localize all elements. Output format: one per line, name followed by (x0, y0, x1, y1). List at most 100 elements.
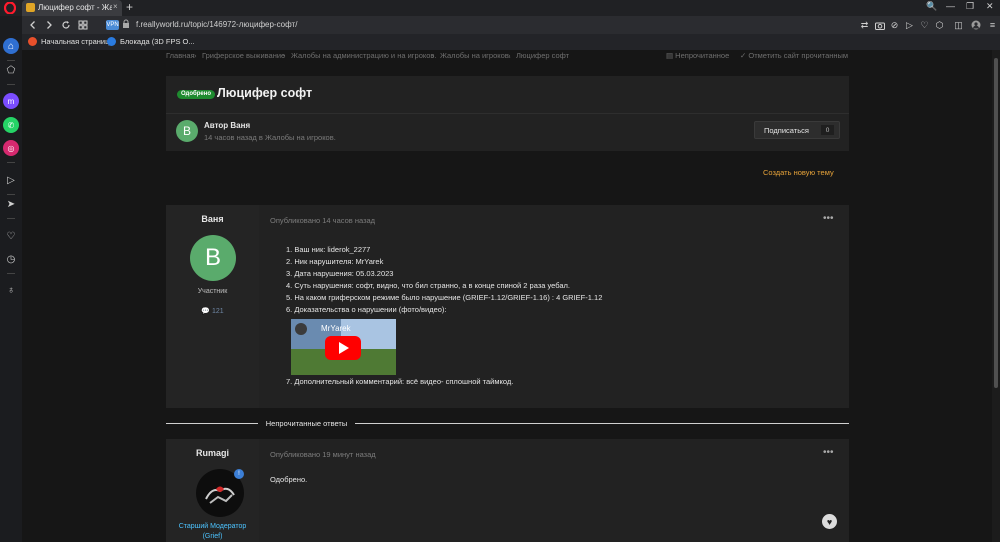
sidebar-divider (7, 194, 15, 195)
list-item: 5. На каком гриферском режиме было наруш… (286, 293, 603, 302)
approved-badge: Одобрено (177, 90, 215, 99)
sidebar-divider (7, 273, 15, 274)
new-tab-button[interactable]: + (126, 0, 133, 14)
extensions-icon[interactable]: ⬡ (933, 18, 946, 32)
breadcrumb: Главная › Гриферское выживание › Жалобы … (166, 50, 849, 60)
divider (166, 423, 258, 424)
bookmark-label: Блокада (3D FPS О... (120, 37, 195, 46)
channel-avatar-icon (295, 323, 307, 335)
send-icon[interactable]: ➤ (3, 196, 19, 212)
reload-icon[interactable] (59, 18, 73, 32)
vpn-badge[interactable]: VPN (106, 20, 119, 30)
mark-read-link[interactable]: ✓ Отметить сайт прочитанным (740, 51, 848, 60)
post: Ваня B Участник 💬 121 Опубликовано 14 ча… (166, 205, 849, 408)
lock-icon[interactable] (122, 19, 130, 31)
breadcrumb-item[interactable]: Главная (166, 51, 195, 60)
post-menu-icon[interactable]: ••• (823, 213, 834, 224)
whatsapp-icon[interactable]: ✆ (3, 117, 19, 133)
opera-logo-icon[interactable] (4, 2, 16, 14)
player-icon[interactable]: ▷ (3, 172, 19, 188)
post: Rumagi ! Старший Модератор (Grief) Опубл… (166, 439, 849, 542)
crypto-wallet-icon[interactable]: ⬠ (3, 62, 19, 78)
avatar[interactable]: B (190, 235, 236, 281)
tips-bulb-icon[interactable]: ♁ (3, 282, 19, 298)
page-title: Люцифер софт (217, 86, 313, 100)
post-count[interactable]: 💬 121 (166, 307, 259, 315)
search-tabs-icon[interactable]: 🔍 (926, 1, 937, 12)
list-item: 6. Доказательства о нарушении (фото/виде… (286, 305, 447, 314)
tab-close-icon[interactable]: × (113, 2, 118, 11)
breadcrumb-item[interactable]: Гриферское выживание (202, 51, 285, 60)
moderator-badge-icon: ! (234, 469, 244, 479)
video-title: MrYarek (321, 324, 351, 333)
unread-replies-separator: Непрочитанные ответы (265, 419, 348, 428)
minimize-button[interactable]: — (946, 1, 955, 11)
snapshot-icon[interactable]: ◫ (952, 18, 965, 32)
sidebar-divider (7, 84, 15, 85)
close-window-button[interactable]: ✕ (986, 1, 994, 12)
post-date[interactable]: Опубликовано 19 минут назад (270, 450, 376, 459)
profile-icon[interactable] (969, 18, 982, 32)
author-name[interactable]: Автор Ваня (204, 121, 250, 130)
unread-icon: ▤ (666, 51, 676, 60)
subscriber-count: 0 (821, 125, 834, 135)
post-author-panel: Rumagi ! Старший Модератор (Grief) (166, 439, 259, 542)
bookmark-label: Начальная страница (41, 37, 114, 46)
youtube-video-embed[interactable]: MrYarek (291, 319, 396, 375)
unread-link[interactable]: ▤ Непрочитанное (666, 51, 729, 60)
post-date[interactable]: Опубликовано 14 часов назад (270, 216, 375, 225)
camera-icon[interactable] (873, 18, 886, 32)
history-icon[interactable]: ◷ (3, 251, 19, 267)
sidebar-divider (7, 60, 15, 61)
opera-start-icon (28, 37, 37, 46)
browser-tab[interactable]: Люцифер софт - Жалобы н... × (22, 0, 122, 16)
translate-icon[interactable]: ⇄ (858, 18, 871, 32)
url-field[interactable]: VPN f.reallyworld.ru/topic/146972-люцифе… (102, 18, 882, 32)
avatar[interactable]: B (176, 120, 198, 142)
blokada-icon (107, 37, 116, 46)
breadcrumb-item: Люцифер софт (516, 51, 570, 60)
play-button-icon[interactable] (325, 336, 361, 360)
post-author-name[interactable]: Rumagi (166, 448, 259, 458)
like-heart-icon[interactable]: ♥ (822, 514, 837, 529)
tab-title: Люцифер софт - Жалобы н... (38, 3, 112, 12)
home-icon[interactable]: ⌂ (3, 38, 19, 54)
breadcrumb-separator: › (283, 51, 286, 60)
forward-icon[interactable] (42, 18, 56, 32)
page-scrollbar[interactable] (992, 50, 1000, 542)
divider (355, 423, 849, 424)
bookmarks-heart-icon[interactable]: ♡ (3, 228, 19, 244)
breadcrumb-item[interactable]: Жалобы на администрацию и на игроков. (291, 51, 436, 60)
speed-dial-icon[interactable] (76, 18, 90, 32)
menu-icon[interactable]: ≡ (986, 18, 999, 32)
back-icon[interactable] (26, 18, 40, 32)
instagram-icon[interactable]: ◎ (3, 140, 19, 156)
user-role: Старший Модератор (Grief) (178, 523, 247, 540)
messenger-icon[interactable]: m (3, 93, 19, 109)
title-bar: Люцифер софт - Жалобы н... × + 🔍 — ❐ ✕ (0, 0, 1000, 16)
breadcrumb-separator: › (194, 51, 197, 60)
tab-favicon-icon (26, 3, 35, 12)
post-author-panel: Ваня B Участник 💬 121 (166, 205, 259, 408)
user-role: Участник (197, 288, 228, 295)
bookmarks-bar: Начальная страница Блокада (3D FPS О... (22, 34, 1000, 50)
subscribe-label: Подписаться (764, 126, 809, 135)
address-bar: VPN f.reallyworld.ru/topic/146972-люцифе… (22, 16, 1000, 34)
breadcrumb-separator: › (508, 51, 511, 60)
scrollbar-thumb[interactable] (994, 58, 998, 388)
post-author-name[interactable]: Ваня (166, 214, 259, 224)
create-topic-button[interactable]: Создать новую тему (763, 168, 834, 177)
bookmark-blokada[interactable]: Блокада (3D FPS О... (107, 37, 195, 46)
subscribe-button[interactable]: Подписаться 0 (754, 121, 840, 139)
heart-icon[interactable]: ♡ (918, 18, 931, 32)
adblock-icon[interactable]: ⊘ (888, 18, 901, 32)
post-menu-icon[interactable]: ••• (823, 447, 834, 458)
list-item: 2. Ник нарушителя: MrYarek (286, 257, 384, 266)
opera-sidebar: ⌂ ⬠ m ✆ ◎ ▷ ➤ ♡ ◷ ♁ (0, 16, 22, 542)
maximize-button[interactable]: ❐ (966, 1, 974, 12)
url-text: f.reallyworld.ru/topic/146972-люцифер-со… (136, 20, 298, 29)
breadcrumb-separator: › (432, 51, 435, 60)
bookmark-start-page[interactable]: Начальная страница (28, 37, 114, 46)
breadcrumb-item[interactable]: Жалобы на игроков. (440, 51, 511, 60)
play-icon[interactable]: ▷ (903, 18, 916, 32)
